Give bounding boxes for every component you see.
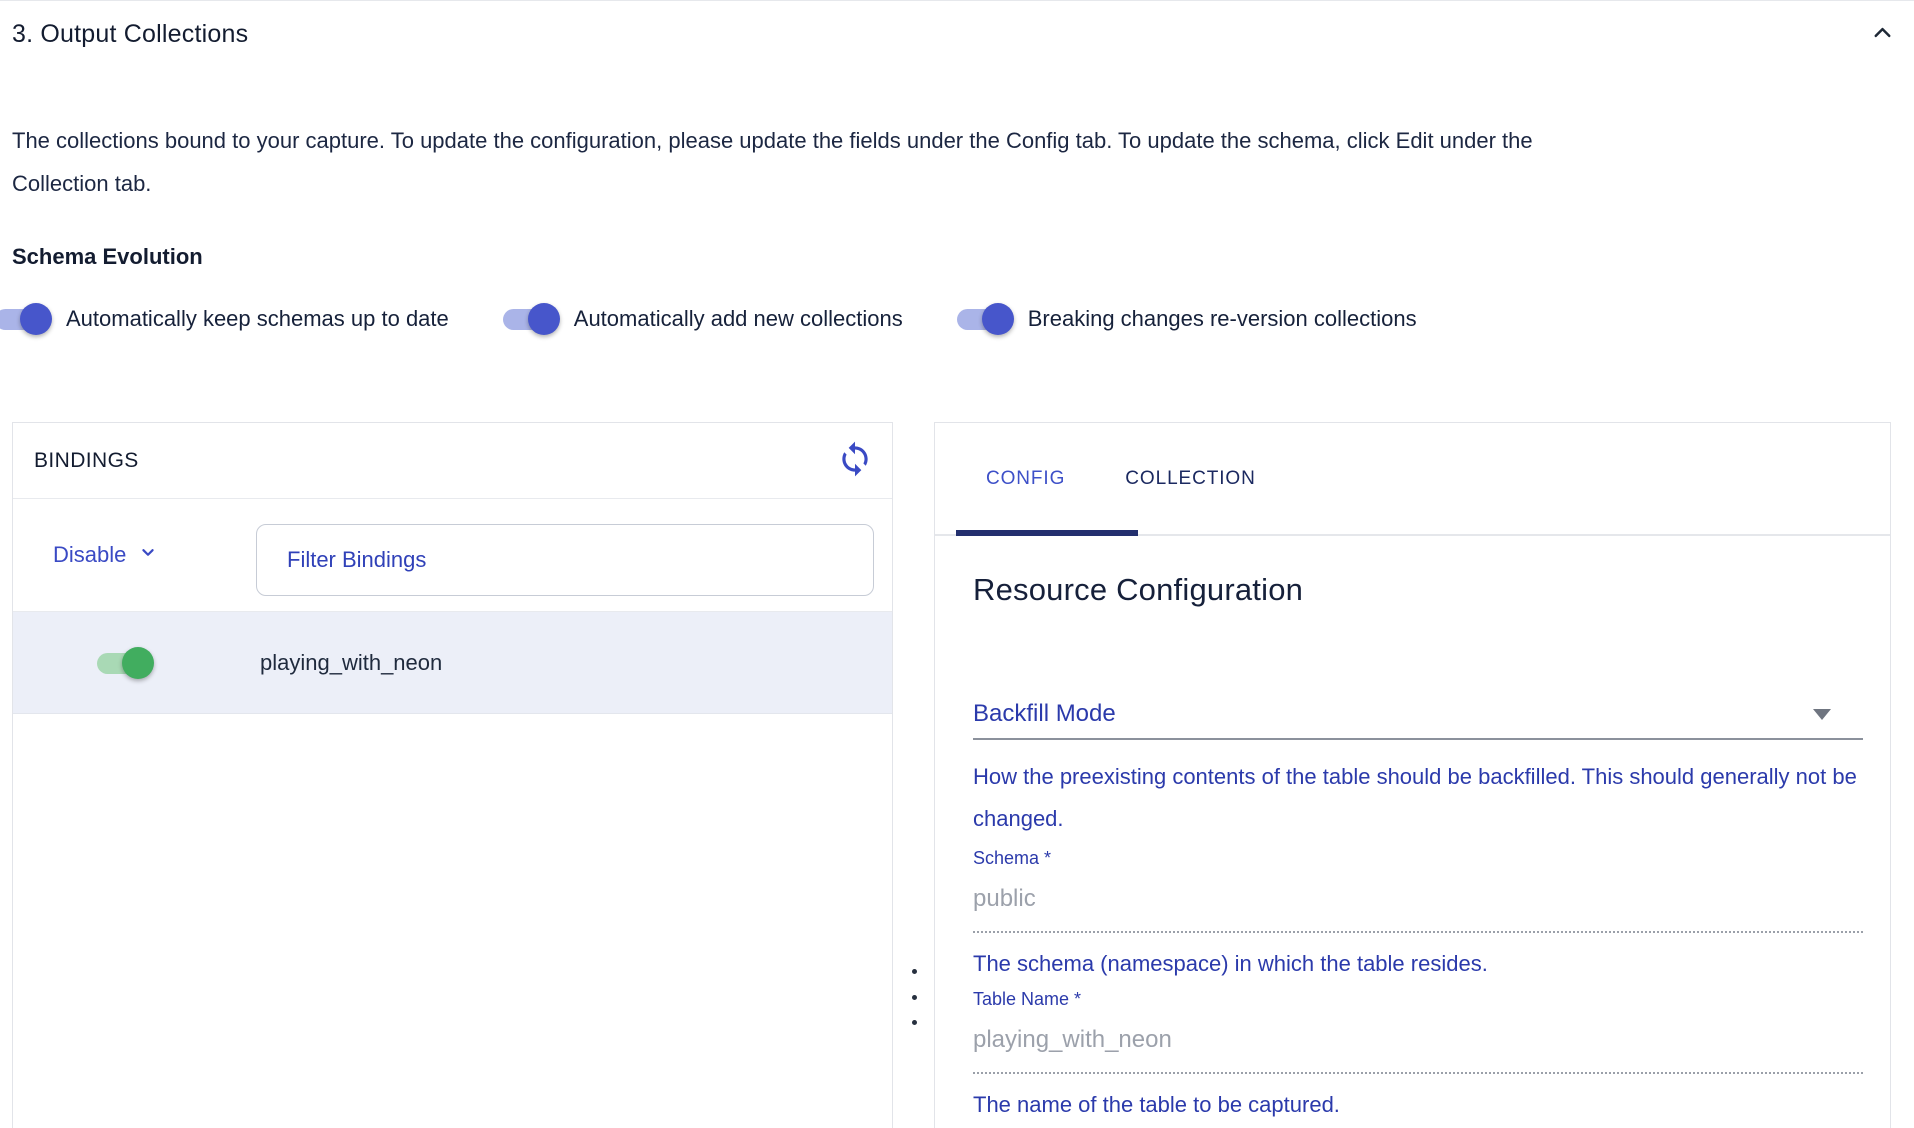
toggle-add-new-collections: Automatically add new collections xyxy=(503,301,903,337)
schema-field-value[interactable]: public xyxy=(973,885,1863,933)
switch-thumb xyxy=(982,303,1014,335)
toggle-label: Automatically add new collections xyxy=(574,306,903,332)
resource-configuration-title: Resource Configuration xyxy=(973,572,1863,608)
toggle-label: Automatically keep schemas up to date xyxy=(66,306,449,332)
switch-thumb xyxy=(20,303,52,335)
refresh-bindings-button[interactable] xyxy=(834,438,876,483)
toggle-keep-schemas-up-to-date: Automatically keep schemas up to date xyxy=(0,301,449,337)
schema-evolution-toggles: Automatically keep schemas up to date Au… xyxy=(0,297,1417,341)
collapse-section-button[interactable] xyxy=(1865,15,1900,53)
bindings-controls-row: Disable xyxy=(13,499,892,612)
binding-row-playing-with-neon[interactable]: playing_with_neon xyxy=(13,612,892,714)
switch-thumb xyxy=(528,303,560,335)
config-tabs: CONFIG COLLECTION xyxy=(935,423,1890,536)
drag-dot xyxy=(912,1020,917,1025)
schema-field-label: Schema * xyxy=(973,848,1863,869)
binding-name: playing_with_neon xyxy=(260,650,442,676)
backfill-mode-label: Backfill Mode xyxy=(973,700,1116,728)
disable-dropdown-button[interactable]: Disable xyxy=(53,499,159,611)
toggle-label: Breaking changes re-version collections xyxy=(1028,306,1417,332)
binding-enabled-toggle-switch[interactable] xyxy=(97,645,154,681)
bindings-panel: BINDINGS Disable playing_with_neon xyxy=(12,422,893,1128)
add-collections-toggle-switch[interactable] xyxy=(503,301,560,337)
config-panel: CONFIG COLLECTION Resource Configuration… xyxy=(934,422,1891,1128)
page-title: 3. Output Collections xyxy=(12,20,248,49)
keep-schemas-toggle-switch[interactable] xyxy=(0,301,52,337)
resource-configuration-content: Resource Configuration Backfill Mode How… xyxy=(935,536,1890,1118)
drag-dot xyxy=(912,995,917,1000)
panel-resize-handle[interactable] xyxy=(905,969,923,1025)
filter-bindings-input[interactable] xyxy=(256,524,874,596)
schema-evolution-heading: Schema Evolution xyxy=(12,244,203,270)
tab-collection[interactable]: COLLECTION xyxy=(1095,423,1285,534)
bindings-panel-header: BINDINGS xyxy=(13,423,892,499)
table-name-field-label: Table Name * xyxy=(973,989,1863,1010)
backfill-mode-description: How the preexisting contents of the tabl… xyxy=(973,756,1863,840)
disable-dropdown-label: Disable xyxy=(53,542,126,568)
drag-dot xyxy=(912,969,917,974)
switch-thumb xyxy=(122,647,154,679)
section-header: 3. Output Collections xyxy=(12,15,1900,53)
table-name-field-value[interactable]: playing_with_neon xyxy=(973,1026,1863,1074)
bindings-panel-title: BINDINGS xyxy=(34,449,139,473)
chevron-up-icon xyxy=(1869,19,1896,49)
table-name-field-description: The name of the table to be captured. xyxy=(973,1092,1863,1118)
breaking-changes-toggle-switch[interactable] xyxy=(957,301,1014,337)
refresh-icon xyxy=(836,440,874,481)
dropdown-arrow-icon xyxy=(1813,709,1831,720)
backfill-mode-dropdown[interactable]: Backfill Mode xyxy=(973,700,1863,740)
active-tab-indicator xyxy=(956,530,1138,536)
schema-field-description: The schema (namespace) in which the tabl… xyxy=(973,951,1863,977)
toggle-breaking-changes-reversion: Breaking changes re-version collections xyxy=(957,301,1417,337)
section-description: The collections bound to your capture. T… xyxy=(12,119,1572,205)
tab-config[interactable]: CONFIG xyxy=(956,423,1095,534)
chevron-down-icon xyxy=(137,541,159,569)
output-collections-section: 3. Output Collections The collections bo… xyxy=(0,0,1914,1128)
